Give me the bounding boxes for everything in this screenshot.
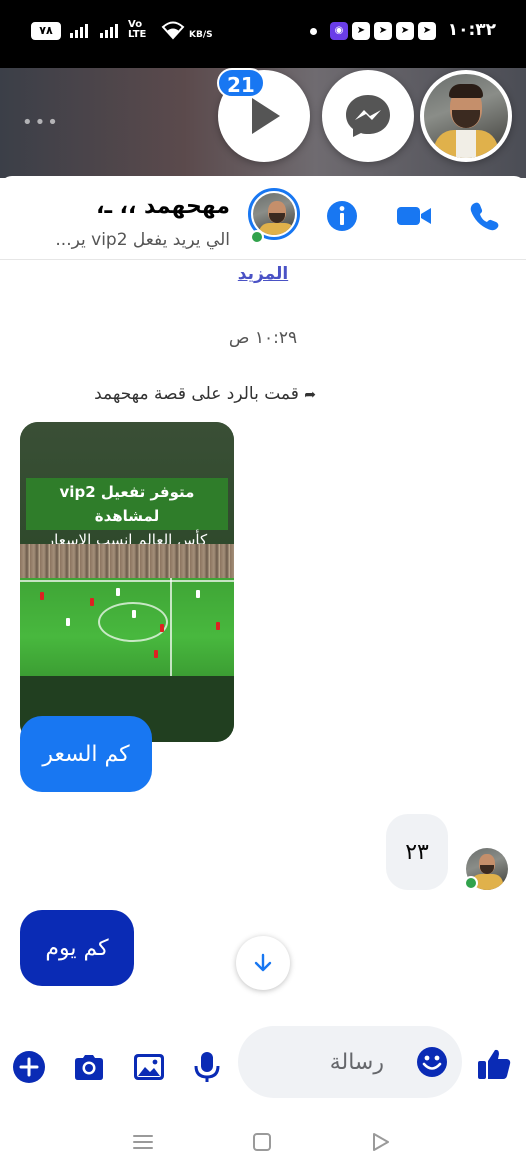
contact-chat-head[interactable] bbox=[420, 70, 512, 162]
message-bubble-sent[interactable]: كم يوم bbox=[20, 910, 134, 986]
arrow-down-icon bbox=[254, 953, 272, 972]
camera-icon[interactable] bbox=[72, 1050, 106, 1084]
net-speed-label: KB/S bbox=[189, 30, 213, 40]
online-status-icon bbox=[464, 876, 478, 890]
telegram-icon: ➤ bbox=[374, 22, 392, 40]
see-more-link[interactable]: المزيد bbox=[0, 264, 526, 284]
messenger-chat-head[interactable] bbox=[322, 70, 414, 162]
video-call-icon[interactable] bbox=[396, 200, 432, 232]
telegram-icon: ➤ bbox=[418, 22, 436, 40]
menu-nav-icon[interactable] bbox=[131, 1130, 155, 1154]
signal-strength-icon bbox=[70, 24, 88, 38]
play-icon bbox=[252, 98, 280, 134]
more-dots-icon: ••• bbox=[22, 112, 60, 133]
wifi-icon bbox=[161, 21, 185, 40]
app-notification-icon: ◉ bbox=[330, 22, 348, 40]
unread-count-badge: 21 bbox=[217, 68, 265, 98]
story-reply-label: ➦ قمت بالرد على قصة مهحهمد bbox=[94, 384, 316, 404]
messenger-icon bbox=[346, 95, 390, 137]
status-bar: ٧٨ Vo LTE KB/S ◉ ➤ ➤ ➤ ➤ ١٠:٣٢ bbox=[0, 0, 526, 68]
volte-label: Vo LTE bbox=[128, 19, 147, 40]
status-time: ١٠:٣٢ bbox=[447, 20, 496, 40]
football-pitch bbox=[20, 578, 234, 676]
home-nav-icon[interactable] bbox=[250, 1130, 274, 1154]
contact-subtitle: الي يريد يفعل vip2 ير... bbox=[55, 230, 230, 250]
story-banner: متوفر تفعيل vip2 لمشاهدة كأس العالم انسب… bbox=[26, 478, 228, 549]
telegram-icon: ➤ bbox=[352, 22, 370, 40]
timestamp-separator: ١٠:٢٩ ص bbox=[228, 328, 298, 348]
phone-call-icon[interactable] bbox=[468, 200, 500, 232]
story-preview[interactable]: متوفر تفعيل vip2 لمشاهدة كأس العالم انسب… bbox=[20, 422, 234, 742]
info-icon[interactable] bbox=[326, 200, 358, 232]
like-icon[interactable] bbox=[476, 1046, 512, 1082]
gallery-icon[interactable] bbox=[132, 1050, 166, 1084]
contact-name[interactable]: مهحهمد ،، ـ، bbox=[96, 194, 230, 219]
notification-dot-icon bbox=[310, 28, 317, 35]
message-bubble-sent[interactable]: كم السعر bbox=[20, 716, 152, 792]
story-banner-line1: متوفر تفعيل vip2 لمشاهدة bbox=[59, 483, 195, 525]
emoji-icon[interactable] bbox=[416, 1046, 448, 1078]
reply-arrow-icon: ➦ bbox=[304, 387, 316, 403]
story-reply-text: قمت بالرد على قصة مهحهمد bbox=[94, 384, 299, 404]
add-icon[interactable] bbox=[12, 1050, 46, 1084]
telegram-icon: ➤ bbox=[396, 22, 414, 40]
scroll-to-bottom-button[interactable] bbox=[236, 936, 290, 990]
online-status-icon bbox=[250, 230, 264, 244]
battery-indicator: ٧٨ bbox=[31, 22, 61, 40]
stadium-stands bbox=[20, 544, 234, 578]
back-nav-icon[interactable] bbox=[369, 1130, 393, 1154]
avatar bbox=[424, 74, 508, 158]
signal-strength-2-icon bbox=[100, 24, 118, 38]
microphone-icon[interactable] bbox=[190, 1050, 224, 1084]
message-bubble-received[interactable]: ٢٣ bbox=[386, 814, 448, 890]
